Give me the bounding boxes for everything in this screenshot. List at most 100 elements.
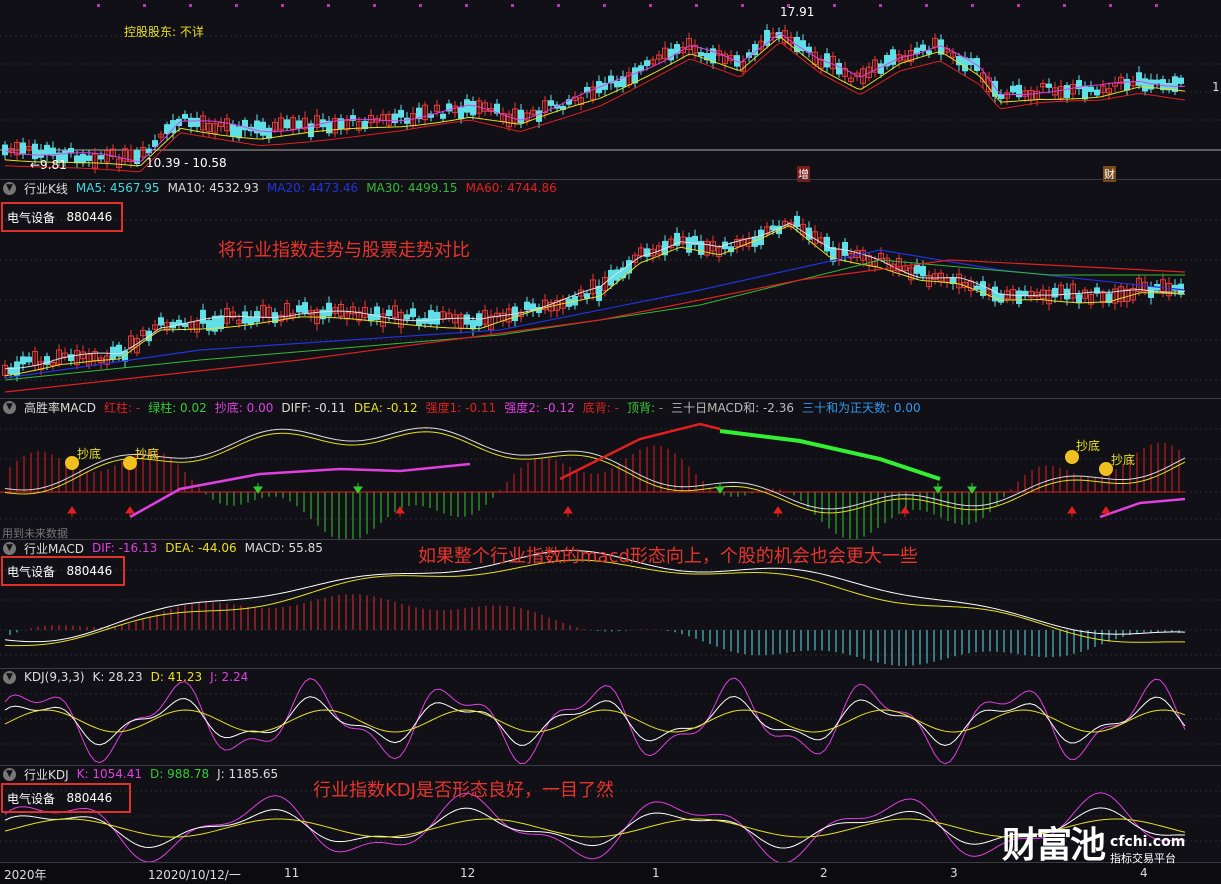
collapse-arrow-icon[interactable]: ▼ — [3, 670, 16, 684]
industry-code: 880446 — [66, 210, 113, 224]
candle-body — [98, 155, 104, 160]
event-dot — [511, 4, 514, 7]
industry-kdj-legend-item: J: 1185.65 — [217, 767, 279, 781]
kdj-legend-item: K: 28.23 — [92, 670, 143, 684]
annotation-macd: 如果整个行业指数的macd形态向上，个股的机会也会更大一些 — [418, 546, 918, 567]
industry-kline-title: 行业K线 — [24, 181, 68, 196]
industry-macd-legend-item: DEA: -44.06 — [165, 541, 237, 555]
kdj-header: ▼ KDJ(9,3,3) K: 28.23 D: 41.23 J: 2.24 — [0, 669, 264, 685]
right-axis-tick: 1 — [1212, 80, 1220, 94]
industry-macd-values: DIF: -16.13 DEA: -44.06 MACD: 55.85 — [92, 541, 331, 555]
candle-body — [806, 227, 812, 240]
high-label: 17.91 — [780, 5, 815, 19]
candle-body — [398, 109, 404, 118]
kdj-legend-item: D: 41.23 — [150, 670, 203, 684]
annotation-compare: 将行业指数走势与股票走势对比 — [218, 240, 470, 261]
candle-body — [188, 117, 194, 128]
industry-macd-panel[interactable]: ▼ 行业MACD DIF: -16.13 DEA: -44.06 MACD: 55.… — [0, 539, 1221, 669]
industry-kline-panel[interactable]: ▼ 行业K线 MA5: 4567.95 MA10: 4532.93 MA20: 44… — [0, 179, 1221, 399]
candle-body — [20, 356, 26, 365]
candle-body — [596, 285, 602, 301]
date-tick: 2 — [820, 866, 828, 880]
bottom-label: 抄底 — [1076, 439, 1101, 453]
candle-body — [830, 247, 836, 262]
event-dot — [1017, 4, 1020, 7]
collapse-arrow-icon[interactable]: ▼ — [3, 181, 16, 195]
industry-kline-chart — [0, 211, 1221, 393]
holder-value: 不详 — [179, 25, 204, 39]
bottom-label: 抄底 — [77, 447, 102, 461]
candle-body — [2, 144, 8, 156]
event-dot — [1155, 4, 1158, 7]
candle-body — [86, 155, 92, 161]
candle-body — [296, 305, 302, 313]
candle-body — [374, 306, 380, 321]
macd-win-title: 高胜率MACD — [24, 400, 96, 415]
macd-win-panel[interactable]: ▼ 高胜率MACD 红柱: - 绿柱: 0.02 抄底: 0.00 DIFF: -0.… — [0, 398, 1221, 540]
candle-body — [242, 311, 248, 324]
industry-name: 电气设备 — [7, 564, 56, 579]
kdj-panel[interactable]: ▼ KDJ(9,3,3) K: 28.23 D: 41.23 J: 2.24 — [0, 668, 1221, 766]
j-line — [4, 677, 1186, 765]
holder-info: 控股股东: 不详 — [124, 23, 204, 40]
candle-body — [470, 101, 476, 116]
candle-body — [632, 67, 638, 84]
candle-body — [518, 109, 524, 124]
event-dot — [327, 4, 330, 7]
candle-body — [926, 50, 932, 55]
event-dot — [741, 4, 744, 7]
candle-body — [1076, 294, 1082, 304]
macd-win-legend-item: 强度2: -0.12 — [504, 400, 575, 415]
industry-code-box: 电气设备 880446 — [1, 783, 131, 813]
candle-body — [920, 44, 926, 51]
strength-line — [719, 429, 941, 481]
candle-body — [584, 293, 590, 299]
strength-line — [129, 462, 471, 519]
candle-body — [1064, 85, 1070, 98]
candle-body — [326, 120, 332, 134]
candle-body — [1142, 78, 1148, 92]
candle-body — [686, 237, 692, 253]
candle-body — [1046, 83, 1052, 88]
macd-win-legend-item: DEA: -0.12 — [353, 400, 418, 415]
candle-body — [638, 65, 644, 72]
signal-arrow-icon — [563, 506, 573, 517]
macd-win-legend-item: 顶背: - — [626, 400, 664, 415]
industry-code-box: 电气设备 880446 — [1, 556, 125, 586]
collapse-arrow-icon[interactable]: ▼ — [3, 400, 16, 414]
industry-macd-legend-item: MACD: 55.85 — [244, 541, 323, 555]
macd-win-legend-item: 红柱: - — [103, 400, 141, 415]
candle-body — [38, 150, 44, 158]
macd-win-legend-item: 强度1: -0.11 — [425, 400, 497, 415]
candle-body — [284, 119, 290, 129]
candle-body — [464, 314, 470, 325]
event-dot — [649, 4, 652, 7]
candle-body — [404, 314, 410, 320]
signal-arrow-icon — [395, 506, 405, 517]
ma-line — [4, 225, 1186, 377]
price-panel[interactable]: 控股股东: 不详 17.91 ←9.81 10.39 - 10.58 增 财 1 — [0, 0, 1221, 182]
candle-body — [428, 310, 434, 325]
candle-body — [1094, 89, 1100, 96]
event-dot — [695, 4, 698, 7]
signal-arrow-icon — [773, 506, 783, 517]
candle-body — [470, 320, 476, 330]
candle-body — [962, 57, 968, 72]
event-dot — [925, 4, 928, 7]
candle-body — [80, 153, 86, 164]
candle-body — [1178, 77, 1184, 84]
candle-body — [386, 309, 392, 317]
kdj-values: K: 28.23 D: 41.23 J: 2.24 — [93, 670, 257, 684]
collapse-arrow-icon[interactable]: ▼ — [3, 767, 16, 781]
event-dot — [465, 4, 468, 7]
candle-body — [434, 311, 440, 325]
candle-body — [974, 285, 980, 290]
event-dot — [879, 4, 882, 7]
collapse-arrow-icon[interactable]: ▼ — [3, 541, 16, 555]
candle-body — [212, 315, 218, 332]
kdj-legend-item: J: 2.24 — [210, 670, 249, 684]
candle-body — [458, 107, 464, 120]
watermark-slogan: 指标交易平台 — [1110, 852, 1177, 865]
event-dot — [971, 4, 974, 7]
bottom-label: 抄底 — [135, 447, 160, 461]
